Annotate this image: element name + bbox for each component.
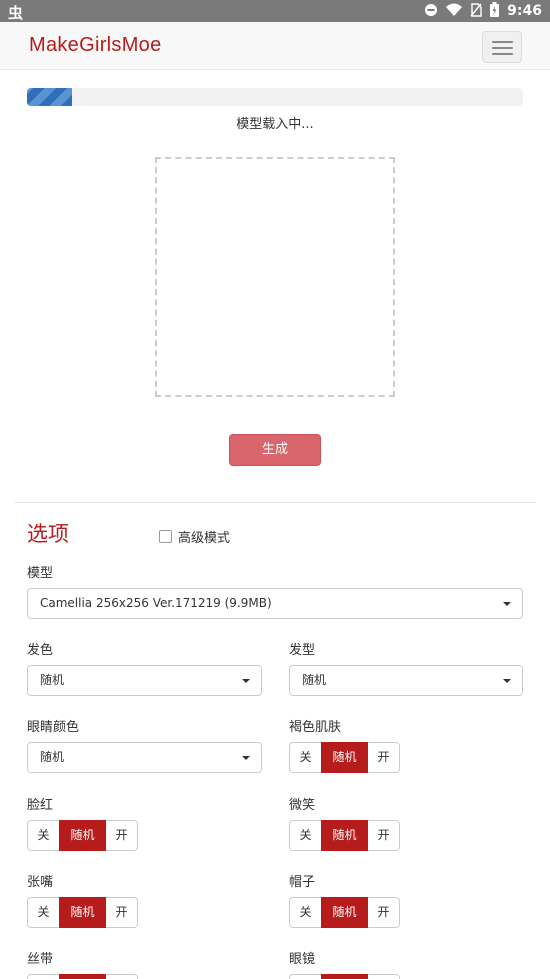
ribbon-toggle-group <box>27 974 138 979</box>
clock: 9:46 <box>507 3 542 19</box>
generate-button[interactable]: 生成 <box>229 434 321 466</box>
hair-color-value: 随机 <box>40 673 65 687</box>
blush-label: 脸红 <box>27 798 54 813</box>
status-bar: 虫 9:46 <box>0 0 550 22</box>
battery-icon <box>490 1 500 21</box>
ribbon-label: 丝带 <box>27 952 54 967</box>
ribbon-on-button[interactable] <box>105 974 138 979</box>
glasses-off-button[interactable] <box>289 974 322 979</box>
chevron-down-icon <box>242 756 250 760</box>
hair-color-select[interactable]: 随机 <box>27 665 262 696</box>
chevron-down-icon <box>503 602 511 606</box>
dark-skin-on-button[interactable]: 开 <box>367 742 400 773</box>
eye-color-label: 眼睛颜色 <box>27 720 80 735</box>
chevron-down-icon <box>242 679 250 683</box>
divider <box>14 502 536 503</box>
dark-skin-random-button[interactable]: 随机 <box>321 742 368 773</box>
glasses-random-button[interactable] <box>321 974 368 979</box>
no-sim-icon <box>470 2 482 21</box>
progress-text: 模型载入中... <box>236 117 314 132</box>
hat-random-button[interactable]: 随机 <box>321 897 368 928</box>
dark-skin-toggle-group: 关 随机 开 <box>289 742 400 773</box>
glasses-on-button[interactable] <box>367 974 400 979</box>
hamburger-menu-button[interactable] <box>482 31 522 63</box>
chevron-down-icon <box>503 679 511 683</box>
options-title: 选项 <box>27 522 69 546</box>
ribbon-random-button[interactable] <box>59 974 106 979</box>
open-mouth-random-button[interactable]: 随机 <box>59 897 106 928</box>
result-canvas <box>155 157 395 397</box>
smile-label: 微笑 <box>289 798 316 813</box>
model-select-value: Camellia 256x256 Ver.171219 (9.9MB) <box>40 596 272 610</box>
advanced-mode-checkbox[interactable] <box>159 530 172 543</box>
blush-on-button[interactable]: 开 <box>105 820 138 851</box>
hat-on-button[interactable]: 开 <box>367 897 400 928</box>
hair-style-value: 随机 <box>302 673 327 687</box>
hair-color-label: 发色 <box>27 643 54 658</box>
model-loading-progress <box>27 88 523 106</box>
glasses-label: 眼镜 <box>289 952 316 967</box>
hamburger-icon <box>492 41 513 43</box>
ribbon-off-button[interactable] <box>27 974 60 979</box>
open-mouth-off-button[interactable]: 关 <box>27 897 60 928</box>
blush-off-button[interactable]: 关 <box>27 820 60 851</box>
eye-color-value: 随机 <box>40 750 65 764</box>
navbar: MakeGirlsMoe <box>0 22 550 70</box>
hair-style-select[interactable]: 随机 <box>289 665 523 696</box>
open-mouth-on-button[interactable]: 开 <box>105 897 138 928</box>
app-notification-icon: 虫 <box>8 4 24 22</box>
smile-random-button[interactable]: 随机 <box>321 820 368 851</box>
smile-on-button[interactable]: 开 <box>367 820 400 851</box>
progress-fill <box>27 88 72 106</box>
smile-off-button[interactable]: 关 <box>289 820 322 851</box>
minus-circle-icon <box>424 2 438 21</box>
model-label: 模型 <box>27 566 54 581</box>
blush-toggle-group: 关 随机 开 <box>27 820 138 851</box>
dark-skin-label: 褐色肌肤 <box>289 720 342 735</box>
wifi-icon <box>446 2 463 21</box>
brand-logo[interactable]: MakeGirlsMoe <box>29 34 162 57</box>
hat-label: 帽子 <box>289 875 316 890</box>
eye-color-select[interactable]: 随机 <box>27 742 262 773</box>
open-mouth-toggle-group: 关 随机 开 <box>27 897 138 928</box>
dark-skin-off-button[interactable]: 关 <box>289 742 322 773</box>
blush-random-button[interactable]: 随机 <box>59 820 106 851</box>
advanced-mode-toggle[interactable]: 高级模式 <box>159 527 230 546</box>
smile-toggle-group: 关 随机 开 <box>289 820 400 851</box>
hat-toggle-group: 关 随机 开 <box>289 897 400 928</box>
hair-style-label: 发型 <box>289 643 316 658</box>
open-mouth-label: 张嘴 <box>27 875 54 890</box>
glasses-toggle-group <box>289 974 400 979</box>
advanced-mode-label: 高级模式 <box>178 531 231 546</box>
model-select[interactable]: Camellia 256x256 Ver.171219 (9.9MB) <box>27 588 523 619</box>
hat-off-button[interactable]: 关 <box>289 897 322 928</box>
